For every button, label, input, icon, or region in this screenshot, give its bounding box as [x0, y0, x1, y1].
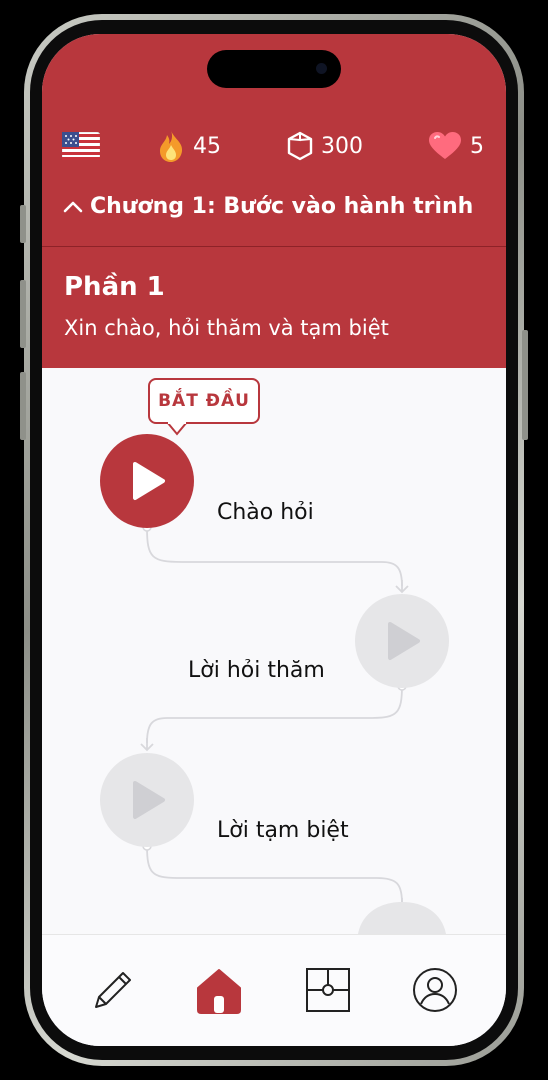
header-divider — [42, 246, 506, 247]
lesson-path: BẮT ĐẦU Chào hỏi Lời hỏi thăm Lời tạm bi… — [42, 368, 506, 934]
lesson-3-label[interactable]: Lời tạm biệt — [217, 818, 349, 843]
gems-count: 300 — [321, 133, 363, 159]
streak-count: 45 — [193, 133, 221, 159]
play-icon — [388, 622, 420, 660]
nav-board[interactable] — [303, 965, 353, 1015]
chapter-title: Chương 1: Bước vào hành trình — [90, 194, 474, 219]
start-bubble-label: BẮT ĐẦU — [158, 391, 250, 411]
streak-counter[interactable]: 45 — [157, 126, 221, 166]
board-icon — [306, 968, 350, 1012]
stats-bar: 45 300 5 — [42, 126, 506, 166]
next-lesson-peek — [358, 902, 446, 934]
section-subtitle: Xin chào, hỏi thăm và tạm biệt — [64, 316, 389, 340]
dynamic-island — [207, 50, 341, 88]
profile-icon — [413, 968, 457, 1012]
flame-icon — [160, 130, 183, 162]
volume-up-button — [20, 280, 26, 348]
hexagon-gem-icon — [287, 131, 313, 161]
nav-home[interactable] — [194, 965, 244, 1015]
nav-profile[interactable] — [410, 965, 460, 1015]
action-button — [20, 205, 26, 243]
language-selector[interactable] — [62, 126, 100, 166]
lesson-3-play-button[interactable] — [100, 753, 194, 847]
app-screen: 45 300 5 Chương 1: Bước vào hành trình P… — [42, 34, 506, 1046]
chapter-toggle[interactable]: Chương 1: Bước vào hành trình — [62, 194, 473, 219]
power-button — [522, 330, 528, 440]
hearts-counter[interactable]: 5 — [428, 126, 484, 166]
bottom-nav — [42, 934, 506, 1046]
nav-practice[interactable] — [88, 965, 138, 1015]
section-title: Phần 1 — [64, 272, 165, 302]
bubble-pointer — [166, 422, 188, 436]
hearts-count: 5 — [470, 133, 484, 159]
volume-down-button — [20, 372, 26, 440]
lesson-2-label[interactable]: Lời hỏi thăm — [188, 658, 325, 683]
gems-counter[interactable]: 300 — [287, 126, 363, 166]
home-icon — [197, 969, 241, 1014]
play-icon — [133, 462, 165, 500]
pencil-icon — [95, 972, 131, 1008]
lesson-1-label[interactable]: Chào hỏi — [217, 500, 314, 525]
us-flag-icon — [62, 132, 100, 160]
lesson-2-play-button[interactable] — [355, 594, 449, 688]
lesson-1-play-button[interactable] — [100, 434, 194, 528]
heart-icon — [429, 132, 461, 159]
start-bubble[interactable]: BẮT ĐẦU — [148, 378, 260, 424]
play-icon — [133, 781, 165, 819]
chevron-up-icon — [63, 201, 83, 212]
